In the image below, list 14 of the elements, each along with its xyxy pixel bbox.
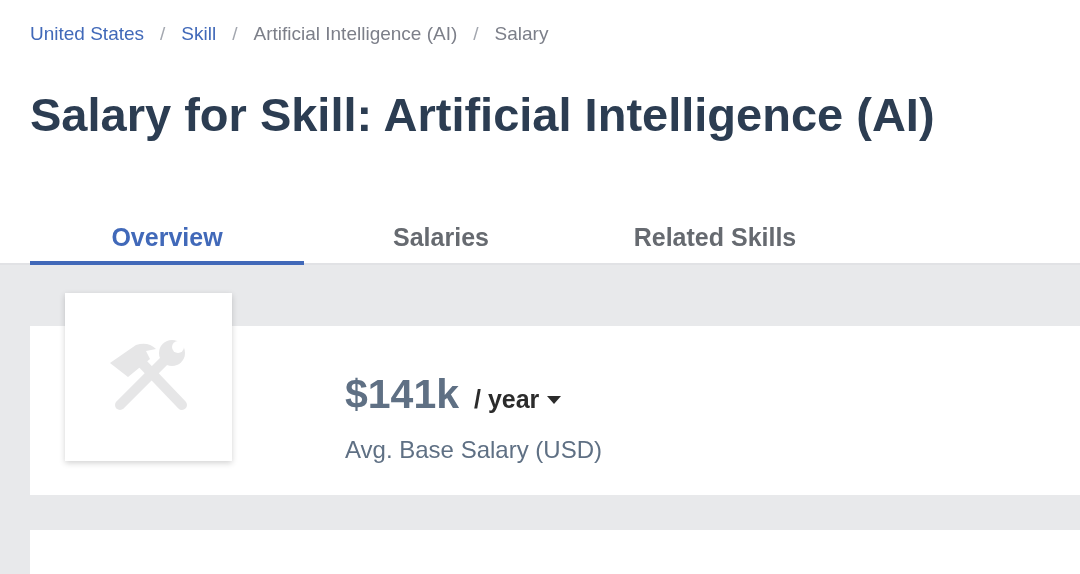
page-title: Salary for Skill: Artificial Intelligence (AI): [29, 87, 936, 143]
period-dropdown[interactable]: / year: [474, 381, 562, 419]
breadcrumb-label: Artificial Intelligence (AI): [253, 21, 458, 46]
breadcrumb-separator: /: [231, 21, 239, 46]
salary-amount: $141k: [345, 370, 459, 419]
tab[interactable]: Related Skills: [578, 213, 852, 265]
tab[interactable]: Salaries: [304, 213, 578, 265]
breadcrumb-label: Salary: [494, 21, 549, 46]
breadcrumb-separator: /: [159, 21, 167, 46]
breadcrumb-link[interactable]: United States: [30, 19, 145, 49]
caret-down-icon: [547, 395, 562, 404]
breadcrumb-separator: /: [472, 21, 480, 46]
breadcrumb-link[interactable]: Skill: [181, 19, 217, 49]
salary-caption: Avg. Base Salary (USD): [345, 434, 602, 465]
